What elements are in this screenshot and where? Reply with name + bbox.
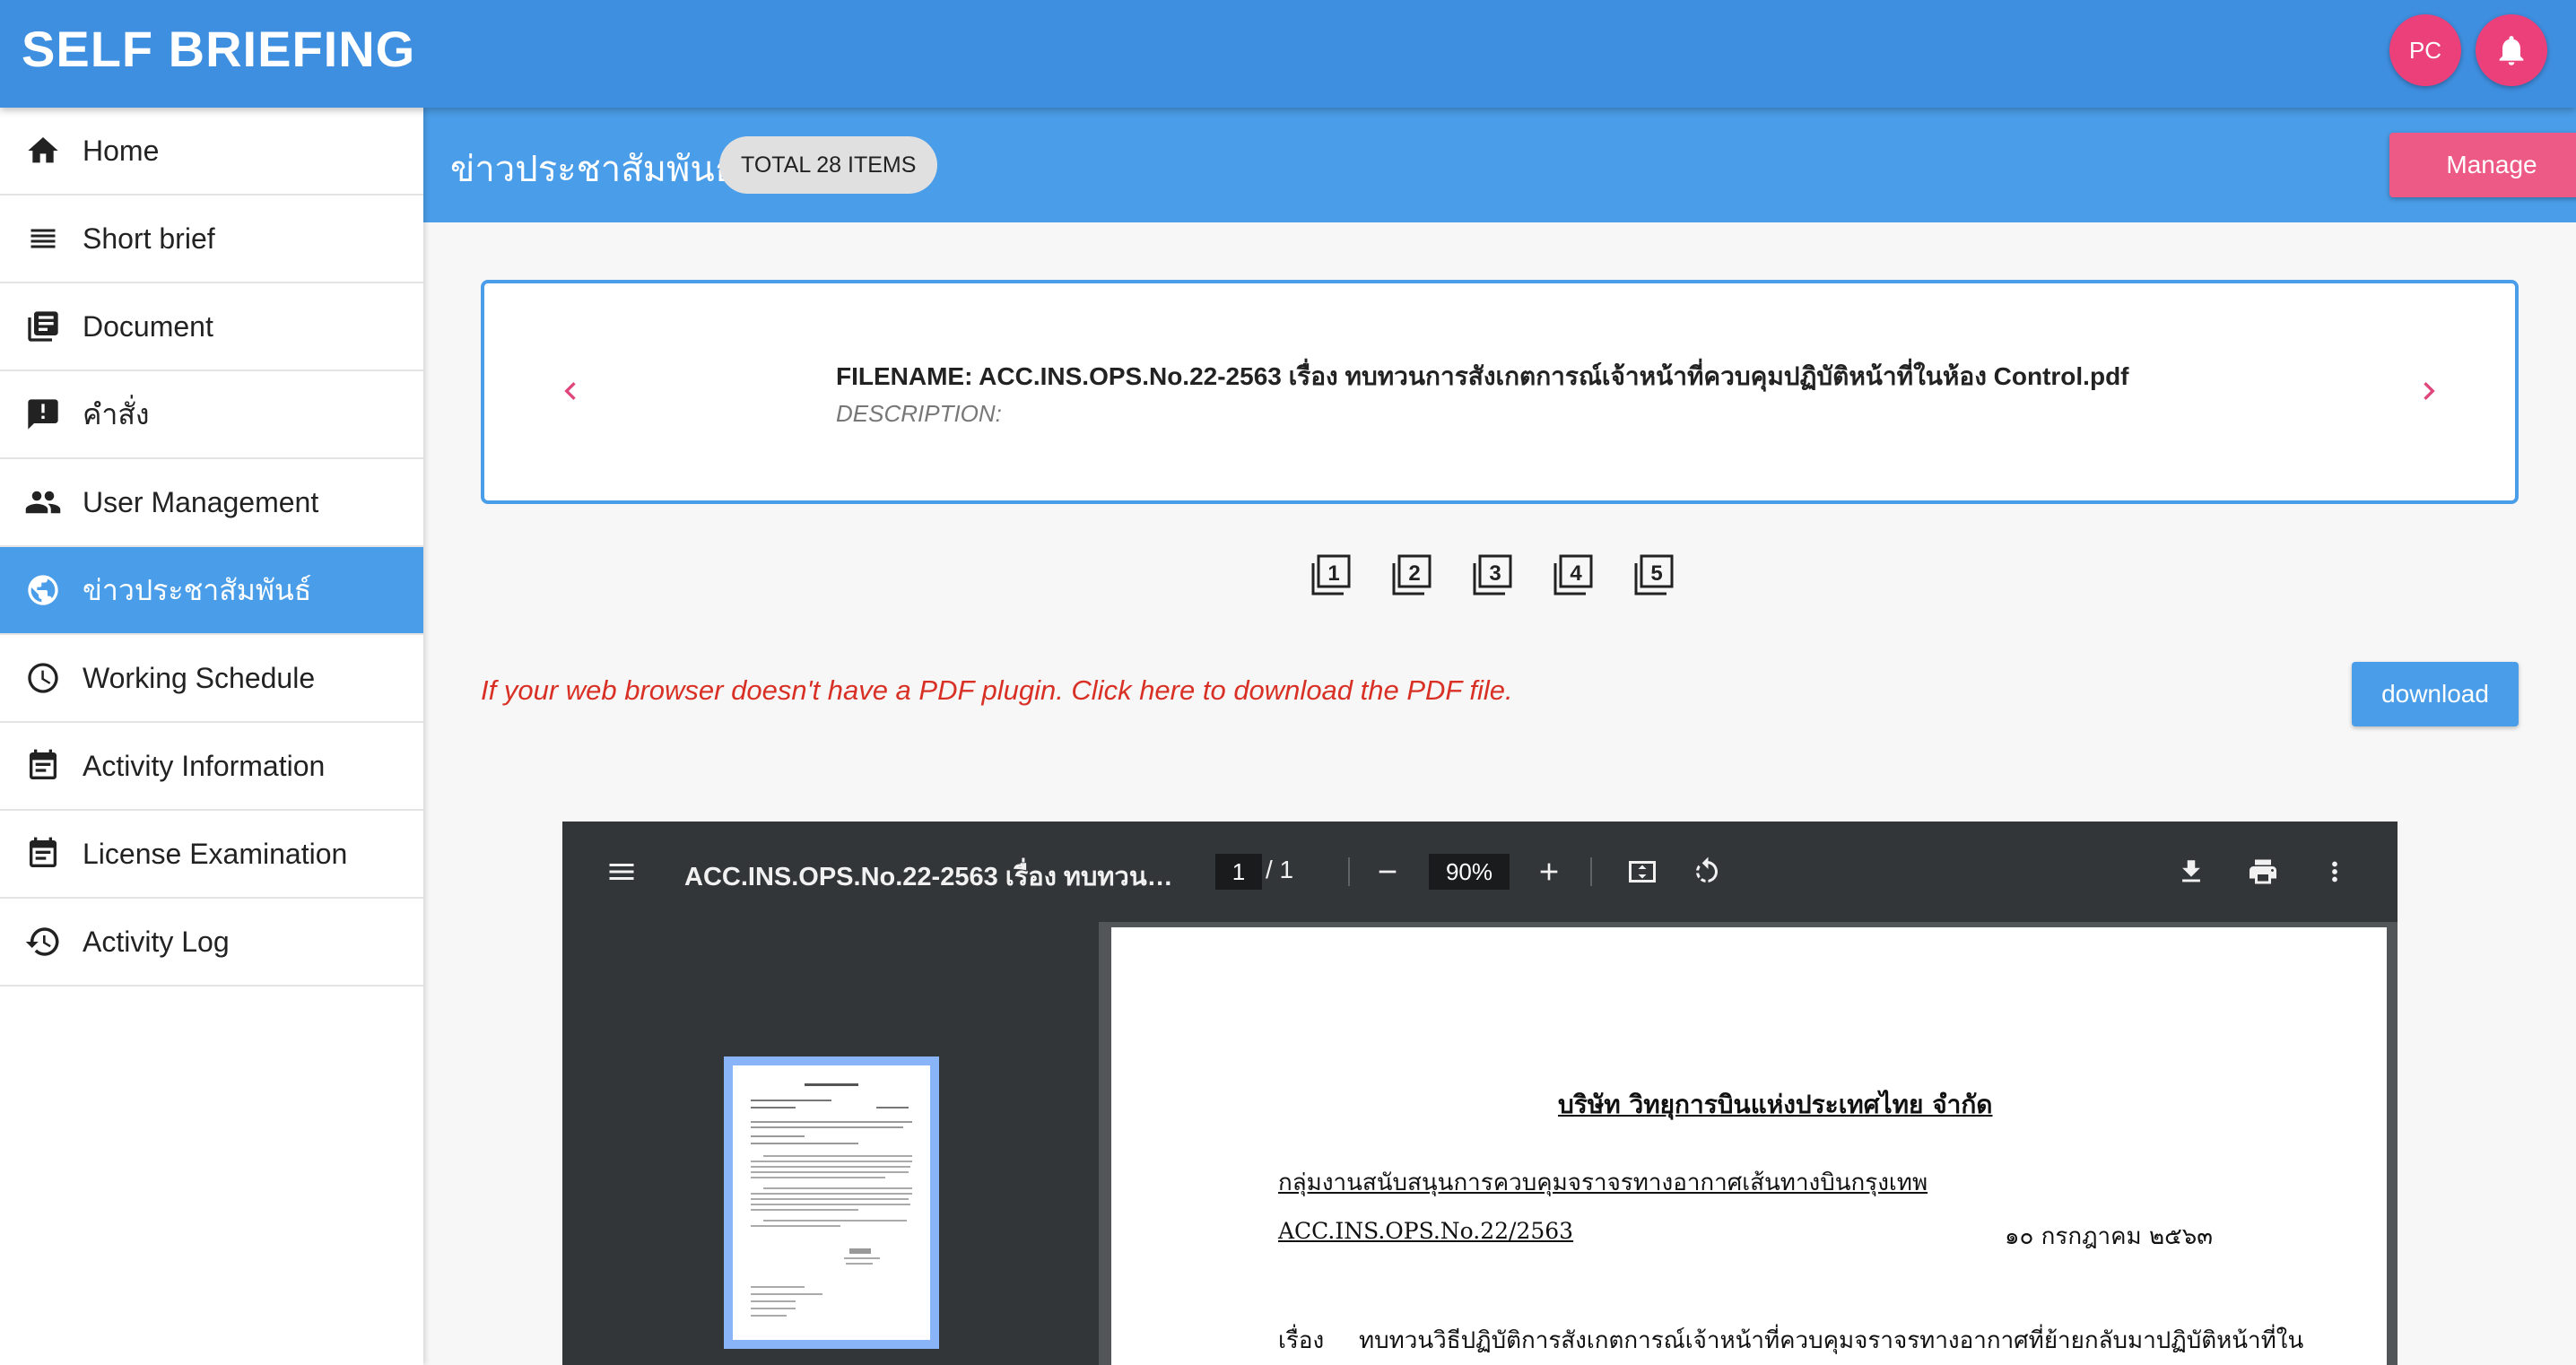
sidebar-item-label: ข่าวประชาสัมพันธ์	[83, 573, 312, 606]
sidebar-item-label: User Management	[83, 485, 319, 518]
calendar-note-icon	[23, 746, 63, 786]
zoom-out-button[interactable]	[1370, 854, 1405, 890]
pdf-download-button[interactable]	[2173, 854, 2209, 890]
sidebar-toggle-button[interactable]	[604, 854, 640, 890]
more-options-button[interactable]	[2317, 854, 2353, 890]
svg-text:3: 3	[1489, 561, 1501, 586]
fit-page-button[interactable]	[1624, 854, 1660, 890]
pdf-download-link[interactable]: If your web browser doesn't have a PDF p…	[481, 674, 1513, 707]
download-icon	[2182, 860, 2200, 882]
pdf-title: ACC.INS.OPS.No.22-2563 เรื่อง ทบทวนการสั…	[684, 863, 1187, 891]
page-selector: 1 2 3 4 5	[1310, 554, 1674, 596]
document-subject: ทบทวนวิธีปฏิบัติการสังเกตการณ์เจ้าหน้าที…	[1359, 1327, 2304, 1354]
menu-icon	[609, 864, 634, 880]
document-company-name: บริษัท วิทยุการบินแห่งประเทศไทย จำกัด	[1558, 1090, 1993, 1119]
document-department: กลุ่มงานสนับสนุนการควบคุมจราจรทางอากาศเส…	[1278, 1169, 1928, 1196]
clock-icon	[23, 658, 63, 698]
previous-file-button[interactable]	[553, 373, 588, 409]
document-reference: ACC.INS.OPS.No.22/2563	[1278, 1218, 1574, 1244]
chevron-left-icon	[564, 382, 576, 400]
thumbnail-pane: 1	[562, 922, 1099, 1365]
pdf-viewer: ACC.INS.OPS.No.22-2563 เรื่อง ทบทวนการสั…	[562, 822, 2398, 1365]
page-5-icon[interactable]: 5	[1632, 554, 1674, 596]
zoom-input[interactable]: 90%	[1429, 854, 1510, 890]
total-items-chip: TOTAL 28 ITEMS	[719, 136, 938, 194]
download-button[interactable]: download	[2352, 662, 2519, 726]
globe-icon	[23, 570, 63, 610]
page-4-icon[interactable]: 4	[1552, 554, 1593, 596]
sidebar-item-document[interactable]: Document	[0, 283, 423, 371]
sidebar-item-short-brief[interactable]: Short brief	[0, 196, 423, 283]
sidebar-item-label: Working Schedule	[83, 661, 316, 694]
document-date: ๑๐ กรกฎาคม ๒๕๖๓	[2005, 1223, 2214, 1250]
svg-text:2: 2	[1408, 561, 1420, 586]
app-bar: SELF BRIEFING PC	[0, 0, 2576, 108]
svg-text:4: 4	[1570, 561, 1582, 586]
sidebar-item-label: Short brief	[83, 222, 215, 255]
toolbar-divider	[1348, 857, 1350, 886]
manage-button[interactable]: Manage	[2389, 133, 2576, 197]
sidebar-item-orders[interactable]: คำสั่ง	[0, 371, 423, 459]
people-icon	[23, 483, 63, 522]
printer-icon	[2250, 859, 2276, 884]
sidebar-item-activity-log[interactable]: Activity Log	[0, 899, 423, 987]
user-avatar[interactable]: PC	[2389, 14, 2461, 86]
history-icon	[23, 922, 63, 961]
sidebar-item-label: License Examination	[83, 837, 348, 870]
notification-button[interactable]	[2476, 14, 2547, 86]
pdf-toolbar: ACC.INS.OPS.No.22-2563 เรื่อง ทบทวนการสั…	[562, 822, 2398, 922]
file-description: DESCRIPTION:	[836, 400, 1002, 427]
sidebar-item-news[interactable]: ข่าวประชาสัมพันธ์	[0, 547, 423, 635]
sidebar-item-home[interactable]: Home	[0, 108, 423, 196]
sidebar-item-label: คำสั่ง	[83, 397, 150, 430]
page-header: ข่าวประชาสัมพันธ์ TOTAL 28 ITEMS Manage	[423, 108, 2576, 222]
page-2-icon[interactable]: 2	[1390, 554, 1432, 596]
print-button[interactable]	[2245, 854, 2281, 890]
thumbnail-preview	[751, 1083, 912, 1317]
plus-icon	[1540, 863, 1558, 881]
list-icon	[23, 219, 63, 258]
file-name: FILENAME: ACC.INS.OPS.No.22-2563 เรื่อง …	[836, 362, 2129, 390]
page-total: / 1	[1266, 856, 1294, 883]
sidebar: Home Short brief Document คำสั่ง User Ma…	[0, 108, 423, 1365]
file-info-card: FILENAME: ACC.INS.OPS.No.22-2563 เรื่อง …	[481, 280, 2519, 504]
chevron-right-icon	[2424, 382, 2435, 400]
zoom-in-button[interactable]	[1531, 854, 1567, 890]
more-vertical-icon	[2332, 861, 2337, 882]
fit-to-page-icon	[1629, 861, 1656, 882]
sidebar-item-working-schedule[interactable]: Working Schedule	[0, 635, 423, 723]
page-thumbnail[interactable]	[724, 1056, 939, 1349]
page-number-input[interactable]: 1	[1215, 854, 1262, 890]
document-subject-label: เรื่อง	[1278, 1327, 1325, 1354]
page-1-icon[interactable]: 1	[1310, 554, 1351, 596]
page-3-icon[interactable]: 3	[1471, 554, 1512, 596]
next-file-button[interactable]	[2411, 373, 2447, 409]
sidebar-item-license-examination[interactable]: License Examination	[0, 811, 423, 899]
sidebar-item-label: Activity Information	[83, 749, 326, 782]
sidebar-item-label: Activity Log	[83, 925, 230, 958]
svg-text:1: 1	[1327, 561, 1339, 586]
app-title: SELF BRIEFING	[22, 21, 416, 77]
rotate-button[interactable]	[1689, 854, 1725, 890]
pdf-page: บริษัท วิทยุการบินแห่งประเทศไทย จำกัด กล…	[1111, 927, 2387, 1365]
page-title: ข่าวประชาสัมพันธ์	[450, 150, 737, 189]
announcement-icon	[23, 395, 63, 434]
sidebar-item-activity-information[interactable]: Activity Information	[0, 723, 423, 811]
bell-icon	[2499, 36, 2524, 65]
thumbnail-page-number: 1	[822, 1361, 835, 1365]
sidebar-item-label: Document	[83, 309, 213, 343]
sidebar-item-user-management[interactable]: User Management	[0, 459, 423, 547]
toolbar-divider	[1590, 857, 1592, 886]
home-icon	[23, 131, 63, 170]
minus-icon	[1379, 870, 1397, 874]
document-library-icon	[23, 307, 63, 346]
rotate-icon	[1696, 856, 1718, 882]
sidebar-item-label: Home	[83, 134, 160, 167]
svg-text:5: 5	[1650, 561, 1662, 586]
calendar-note-icon	[23, 834, 63, 874]
